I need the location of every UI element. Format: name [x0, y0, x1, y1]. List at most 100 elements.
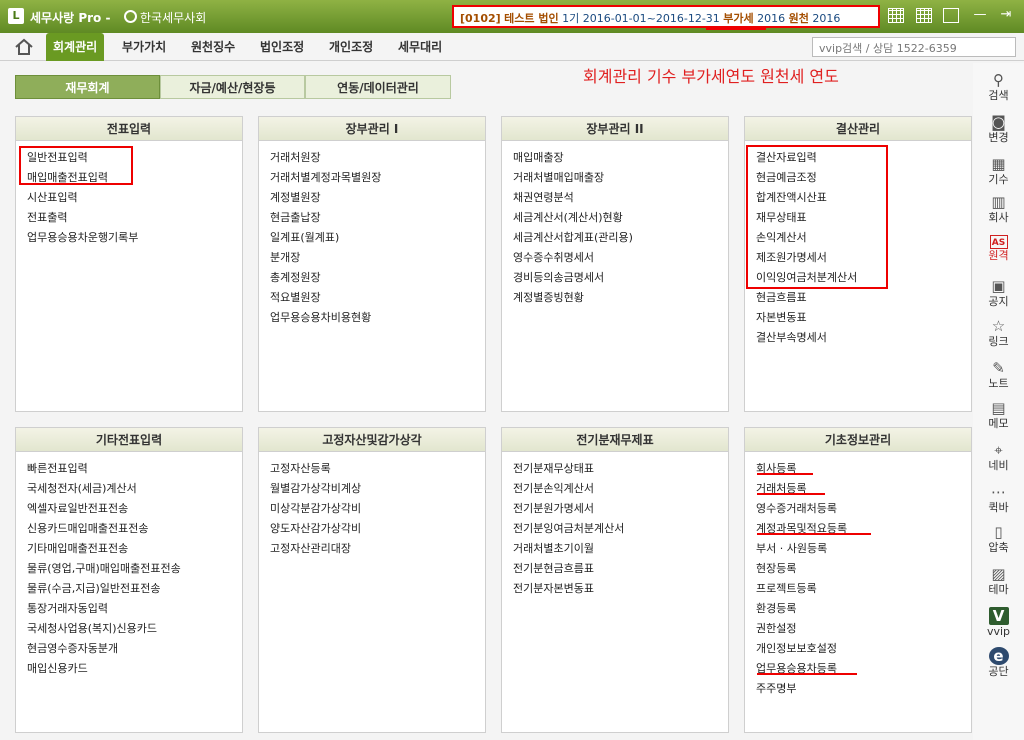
menu-personal-tax[interactable]: 개인조정: [329, 33, 373, 61]
minimize-icon[interactable]: —: [972, 7, 988, 23]
sidebar-item-memo[interactable]: ▤ 메모: [973, 397, 1024, 437]
note-icon: ✎: [992, 359, 1005, 377]
list-item[interactable]: 고정자산관리대장: [270, 539, 485, 559]
list-item[interactable]: 손익계산서: [756, 228, 971, 248]
list-item[interactable]: 업무용승용차등록: [756, 659, 971, 679]
tab-funds-budget[interactable]: 자금/예산/현장등: [160, 75, 305, 99]
list-item[interactable]: 전기분자본변동표: [513, 579, 728, 599]
list-item[interactable]: 전기분잉여금처분계산서: [513, 519, 728, 539]
sidebar-item-compress[interactable]: ▯ 압축: [973, 521, 1024, 561]
list-item[interactable]: 주주명부: [756, 679, 971, 699]
list-item[interactable]: 시산표입력: [27, 188, 242, 208]
list-item[interactable]: 전표출력: [27, 208, 242, 228]
menu-vat[interactable]: 부가가치: [122, 33, 166, 61]
list-item[interactable]: 현금흐름표: [756, 288, 971, 308]
layout-icon[interactable]: [943, 8, 959, 23]
sidebar-item-note[interactable]: ✎ 노트: [973, 357, 1024, 397]
list-item[interactable]: 총계정원장: [270, 268, 485, 288]
list-item[interactable]: 전기분재무상태표: [513, 459, 728, 479]
list-item[interactable]: 프로젝트등록: [756, 579, 971, 599]
sidebar-item-theme[interactable]: ▨ 테마: [973, 563, 1024, 603]
list-item[interactable]: 물류(수금,지급)일반전표전송: [27, 579, 242, 599]
sidebar-item-vvip[interactable]: V vvip: [973, 605, 1024, 645]
list-item[interactable]: 매입매출전표입력: [27, 168, 242, 188]
list-item[interactable]: 이익잉여금처분계산서: [756, 268, 971, 288]
list-item[interactable]: 거래처별매입매출장: [513, 168, 728, 188]
list-item[interactable]: 영수증수취명세서: [513, 248, 728, 268]
sidebar-item-change[interactable]: ◙ 변경: [973, 111, 1024, 151]
list-item[interactable]: 계정과목및적요등록: [756, 519, 971, 539]
sidebar-item-remote[interactable]: AS 원격: [973, 233, 1024, 273]
sidebar-item-search[interactable]: ⚲ 검색: [973, 69, 1024, 109]
list-item[interactable]: 영수증거래처등록: [756, 499, 971, 519]
list-item[interactable]: 결산자료입력: [756, 148, 971, 168]
list-item[interactable]: 전기분손익계산서: [513, 479, 728, 499]
list-item[interactable]: 신용카드매입매출전표전송: [27, 519, 242, 539]
list-item[interactable]: 거래처원장: [270, 148, 485, 168]
list-item[interactable]: 국세청전자(세금)계산서: [27, 479, 242, 499]
list-item[interactable]: 환경등록: [756, 599, 971, 619]
list-item[interactable]: 결산부속명세서: [756, 328, 971, 348]
list-item[interactable]: 거래처별초기이월: [513, 539, 728, 559]
list-item[interactable]: 엑셀자료일반전표전송: [27, 499, 242, 519]
tab-data-management[interactable]: 연동/데이터관리: [305, 75, 451, 99]
list-item[interactable]: 적요별원장: [270, 288, 485, 308]
company-info[interactable]: [0102] 테스트 법인 1기 2016-01-01~2016-12-31 부…: [452, 5, 880, 28]
list-item[interactable]: 세금계산서합계표(관리용): [513, 228, 728, 248]
list-item[interactable]: 분개장: [270, 248, 485, 268]
list-item[interactable]: 업무용승용차운행기록부: [27, 228, 242, 248]
sidebar-item-link[interactable]: ☆ 링크: [973, 315, 1024, 355]
list-item[interactable]: 현장등록: [756, 559, 971, 579]
list-item[interactable]: 양도자산감가상각비: [270, 519, 485, 539]
menu-tax-agent[interactable]: 세무대리: [398, 33, 442, 61]
sidebar-item-period[interactable]: ▦ 기수: [973, 153, 1024, 193]
list-item[interactable]: 자본변동표: [756, 308, 971, 328]
list-item[interactable]: 재무상태표: [756, 208, 971, 228]
menu-withholding[interactable]: 원천징수: [191, 33, 235, 61]
list-item[interactable]: 거래처별계정과목별원장: [270, 168, 485, 188]
list-item[interactable]: 현금예금조정: [756, 168, 971, 188]
sidebar-item-quickbar[interactable]: ⋯ 퀵바: [973, 481, 1024, 521]
list-item[interactable]: 통장거래자동입력: [27, 599, 242, 619]
list-item[interactable]: 현금출납장: [270, 208, 485, 228]
list-item[interactable]: 부서 · 사원등록: [756, 539, 971, 559]
exit-icon[interactable]: ⇥: [998, 7, 1014, 23]
list-item[interactable]: 현금영수증자동분개: [27, 639, 242, 659]
menu-accounting[interactable]: 회계관리: [46, 33, 105, 61]
menu-corporate-tax[interactable]: 법인조정: [260, 33, 304, 61]
list-item[interactable]: 계정별원장: [270, 188, 485, 208]
sidebar-item-notice[interactable]: ▣ 공지: [973, 275, 1024, 315]
list-item[interactable]: 업무용승용차비용현황: [270, 308, 485, 328]
list-item[interactable]: 국세청사업용(복지)신용카드: [27, 619, 242, 639]
sidebar-item-company[interactable]: ▥ 회사: [973, 191, 1024, 231]
keypad-icon[interactable]: [916, 8, 932, 23]
list-item[interactable]: 전기분현금흐름표: [513, 559, 728, 579]
list-item[interactable]: 미상각분감가상각비: [270, 499, 485, 519]
sidebar-item-corporation[interactable]: e 공단: [973, 645, 1024, 685]
home-icon[interactable]: [14, 37, 34, 57]
list-item[interactable]: 물류(영업,구매)매입매출전표전송: [27, 559, 242, 579]
list-item[interactable]: 채권연령분석: [513, 188, 728, 208]
list-item[interactable]: 회사등록: [756, 459, 971, 479]
list-item[interactable]: 합계잔액시산표: [756, 188, 971, 208]
list-item[interactable]: 빠른전표입력: [27, 459, 242, 479]
list-item[interactable]: 일계표(월계표): [270, 228, 485, 248]
list-item[interactable]: 개인정보보호설정: [756, 639, 971, 659]
calculator-icon[interactable]: [888, 8, 904, 23]
list-item[interactable]: 전기분원가명세서: [513, 499, 728, 519]
list-item[interactable]: 경비등의송금명세서: [513, 268, 728, 288]
list-item[interactable]: 기타매입매출전표전송: [27, 539, 242, 559]
list-item[interactable]: 일반전표입력: [27, 148, 242, 168]
list-item[interactable]: 거래처등록: [756, 479, 971, 499]
list-item[interactable]: 월별감가상각비계상: [270, 479, 485, 499]
tab-financial-accounting[interactable]: 재무회계: [15, 75, 160, 99]
list-item[interactable]: 매입신용카드: [27, 659, 242, 679]
search-input[interactable]: vvip검색 / 상담 1522-6359: [812, 37, 1016, 57]
list-item[interactable]: 제조원가명세서: [756, 248, 971, 268]
list-item[interactable]: 고정자산등록: [270, 459, 485, 479]
list-item[interactable]: 계정별증빙현황: [513, 288, 728, 308]
sidebar-item-navi[interactable]: ⌖ 네비: [973, 439, 1024, 479]
list-item[interactable]: 매입매출장: [513, 148, 728, 168]
list-item[interactable]: 권한설정: [756, 619, 971, 639]
list-item[interactable]: 세금계산서(계산서)현황: [513, 208, 728, 228]
